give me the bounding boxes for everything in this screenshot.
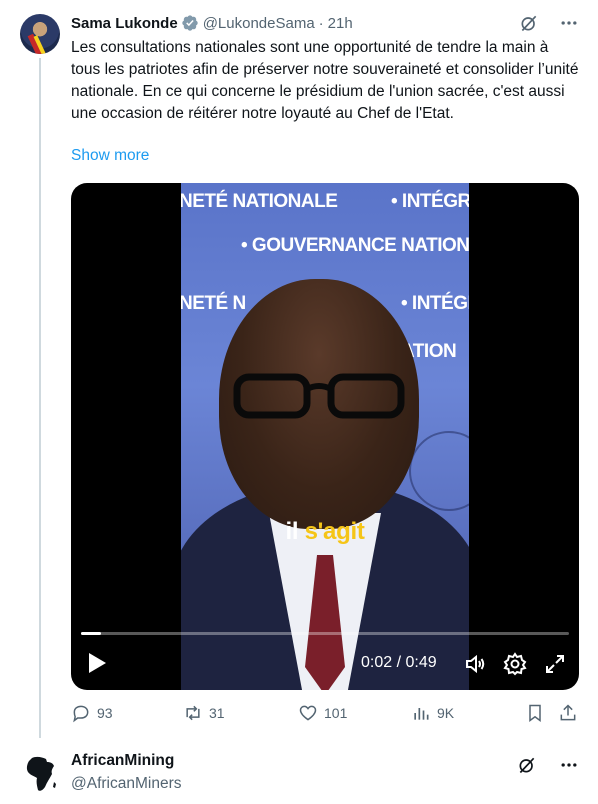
like-count: 101: [324, 705, 348, 721]
share-button[interactable]: [558, 703, 578, 723]
video-progress-fill: [81, 632, 101, 635]
author-name[interactable]: Sama Lukonde: [71, 15, 178, 32]
views-icon: [414, 708, 429, 720]
like-icon: [299, 705, 317, 721]
tweet-header: Sama Lukonde @LukondeSama · 21h: [71, 13, 353, 33]
settings-icon[interactable]: [503, 652, 527, 676]
video-time-readout: 0:02 / 0:49: [361, 654, 437, 671]
thread-line: [39, 58, 41, 738]
caption-word: il: [285, 518, 299, 545]
reply-count: 93: [97, 705, 113, 721]
africa-map-icon[interactable]: [20, 754, 60, 794]
grok-icon[interactable]: [516, 754, 538, 776]
grok-icon[interactable]: [518, 12, 540, 34]
video-player[interactable]: NETÉ NATIONALE • INTÉGR • GOUVERNANCE NA…: [71, 183, 579, 690]
banner-text: NETÉ NATIONALE: [181, 191, 338, 212]
volume-icon[interactable]: [463, 652, 487, 676]
verified-badge-icon: [182, 15, 198, 31]
tweet-actions: 93 31 101 9K: [71, 703, 581, 727]
repost-icon: [186, 705, 200, 721]
video-frame[interactable]: NETÉ NATIONALE • INTÉGR • GOUVERNANCE NA…: [181, 183, 469, 690]
repost-button[interactable]: 31: [183, 703, 225, 723]
next-author-name[interactable]: AfricanMining: [71, 752, 174, 770]
tweet-text: Les consultations nationales sont une op…: [71, 39, 579, 122]
reply-icon: [73, 705, 89, 723]
share-icon: [560, 704, 576, 721]
video-progress-bar[interactable]: [81, 632, 569, 635]
fullscreen-icon[interactable]: [543, 652, 567, 676]
tweet[interactable]: Sama Lukonde @LukondeSama · 21h Les cons…: [0, 0, 598, 738]
views-count: 9K: [437, 705, 455, 721]
repost-count: 31: [209, 705, 225, 721]
author-avatar[interactable]: [20, 14, 60, 54]
next-author-handle[interactable]: @AfricanMiners: [71, 775, 181, 793]
views-button[interactable]: 9K: [411, 703, 454, 723]
bookmark-button[interactable]: [525, 703, 545, 723]
show-more-link[interactable]: Show more: [71, 147, 149, 165]
video-caption: il s'agit: [181, 518, 469, 546]
reply-button[interactable]: 93: [71, 703, 113, 723]
banner-text: • INTÉGR: [401, 293, 469, 314]
caption-word-highlight: s'agit: [304, 518, 365, 545]
author-handle[interactable]: @LukondeSama: [203, 15, 315, 32]
banner-text: • INTÉGR: [391, 191, 469, 212]
more-icon[interactable]: [558, 12, 580, 34]
next-tweet-header-actions: [516, 754, 580, 776]
like-button[interactable]: 101: [298, 703, 347, 723]
bookmark-icon: [529, 704, 541, 722]
speaker-glasses: [233, 373, 405, 419]
more-icon[interactable]: [558, 754, 580, 776]
banner-text: NETÉ N: [181, 293, 246, 314]
tweet-time[interactable]: 21h: [328, 15, 353, 32]
banner-text: • GOUVERNANCE NATION: [241, 235, 469, 256]
video-controls: 0:02 / 0:49: [71, 646, 579, 682]
tweet-header-actions: [518, 12, 580, 34]
play-icon[interactable]: [87, 652, 107, 674]
next-tweet[interactable]: AfricanMining @AfricanMiners: [0, 740, 598, 804]
emblem-seal: [409, 431, 469, 511]
separator-dot: ·: [318, 14, 324, 32]
